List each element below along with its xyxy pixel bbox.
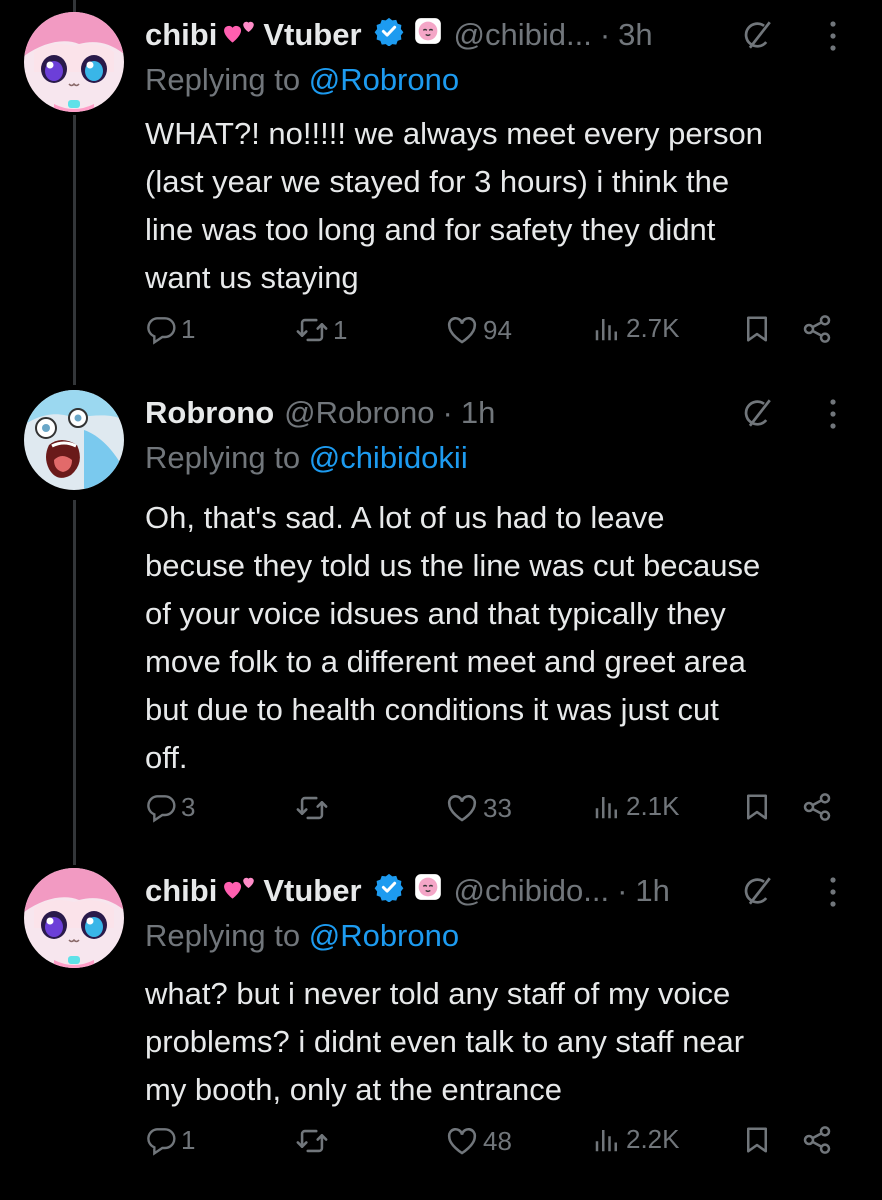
- pink-heart-emoji: [223, 17, 257, 53]
- reply-icon: [145, 791, 177, 823]
- replying-mention[interactable]: @Robrono: [309, 62, 459, 97]
- repost-button[interactable]: [295, 1124, 333, 1158]
- timestamp[interactable]: 1h: [461, 395, 495, 431]
- tweet-header: Robrono @Robrono · 1h: [145, 390, 495, 436]
- bookmark-icon: [742, 791, 772, 823]
- like-button[interactable]: 94: [445, 313, 512, 347]
- bookmark-icon: [742, 313, 772, 345]
- replying-label: Replying to: [145, 62, 301, 97]
- tweet-header: chibi Vtuber @chibido... · 1h: [145, 868, 670, 914]
- like-icon: [445, 313, 479, 347]
- repost-icon: [295, 1124, 329, 1158]
- separator-dot: ·: [599, 17, 611, 52]
- reply-count: 1: [181, 313, 196, 344]
- share-icon: [801, 313, 833, 345]
- like-count: 33: [483, 792, 512, 823]
- replying-label: Replying to: [145, 918, 301, 953]
- more-icon[interactable]: [829, 20, 837, 57]
- replying-mention[interactable]: @Robrono: [309, 918, 459, 953]
- avatar-robrono[interactable]: [24, 390, 124, 490]
- share-button[interactable]: [801, 1124, 833, 1156]
- repost-count: 1: [333, 314, 348, 345]
- like-icon: [445, 1124, 479, 1158]
- reply-button[interactable]: 1: [145, 313, 195, 345]
- share-icon: [801, 1124, 833, 1156]
- views-button[interactable]: 2.7K: [592, 313, 680, 344]
- grok-icon[interactable]: [740, 874, 774, 913]
- avatar-chibi[interactable]: [24, 868, 124, 968]
- views-count: 2.1K: [626, 791, 680, 821]
- repost-button[interactable]: [295, 791, 333, 825]
- bookmark-icon: [742, 1124, 772, 1156]
- timestamp[interactable]: 1h: [635, 873, 669, 909]
- reply-button[interactable]: 1: [145, 1124, 195, 1156]
- views-icon: [592, 1125, 622, 1155]
- replying-mention[interactable]: @chibidokii: [309, 440, 468, 475]
- verified-icon: [374, 16, 404, 54]
- tweet-text: WHAT?! no!!!!! we always meet every pers…: [145, 116, 763, 295]
- replying-to: Replying to @Robrono: [145, 918, 459, 954]
- views-button[interactable]: 2.1K: [592, 791, 680, 822]
- timestamp[interactable]: 3h: [618, 17, 652, 53]
- more-icon[interactable]: [829, 876, 837, 913]
- display-name[interactable]: chibi: [145, 17, 217, 53]
- like-count: 48: [483, 1125, 512, 1156]
- grok-icon[interactable]: [740, 396, 774, 435]
- grok-icon[interactable]: [740, 18, 774, 57]
- reply-count: 1: [181, 1124, 196, 1155]
- reply-button[interactable]: 3: [145, 791, 195, 823]
- share-button[interactable]: [801, 791, 833, 823]
- tweet-header: chibi Vtuber @chibid... · 3h: [145, 12, 653, 58]
- views-count: 2.2K: [626, 1124, 680, 1154]
- bookmark-button[interactable]: [742, 313, 772, 345]
- thread-line: [73, 0, 76, 12]
- user-handle[interactable]: @Robrono: [284, 395, 434, 431]
- tweet-2[interactable]: Robrono @Robrono · 1h Replying to @chibi…: [0, 390, 882, 860]
- tweet-text: what? but i never told any staff of my v…: [145, 976, 745, 1107]
- views-icon: [592, 792, 622, 822]
- bookmark-button[interactable]: [742, 1124, 772, 1156]
- verified-icon: [374, 872, 404, 910]
- views-icon: [592, 314, 622, 344]
- views-count: 2.7K: [626, 313, 680, 343]
- display-name-suffix[interactable]: Vtuber: [263, 17, 361, 53]
- views-button[interactable]: 2.2K: [592, 1124, 680, 1155]
- action-bar: 3 33 2.1K: [145, 791, 845, 831]
- separator-dot: ·: [617, 873, 628, 908]
- repost-icon: [295, 313, 329, 347]
- display-name[interactable]: chibi: [145, 873, 217, 909]
- repost-button[interactable]: 1: [295, 313, 347, 347]
- replying-to: Replying to @chibidokii: [145, 440, 468, 476]
- like-button[interactable]: 33: [445, 791, 512, 825]
- tweet-1[interactable]: chibi Vtuber @chibid... · 3h Replying to…: [0, 12, 882, 392]
- action-bar: 1 1 94 2.7K: [145, 313, 845, 353]
- more-icon[interactable]: [829, 398, 837, 435]
- reply-icon: [145, 313, 177, 345]
- user-handle[interactable]: @chibid...: [454, 17, 592, 53]
- share-button[interactable]: [801, 313, 833, 345]
- display-name-suffix[interactable]: Vtuber: [263, 873, 361, 909]
- user-handle[interactable]: @chibido...: [454, 873, 610, 909]
- reply-count: 3: [181, 791, 196, 822]
- like-icon: [445, 791, 479, 825]
- replying-to: Replying to @Robrono: [145, 62, 459, 98]
- affiliate-badge-icon[interactable]: [414, 17, 442, 53]
- action-bar: 1 48 2.2K: [145, 1124, 845, 1164]
- bookmark-button[interactable]: [742, 791, 772, 823]
- like-button[interactable]: 48: [445, 1124, 512, 1158]
- avatar-chibi[interactable]: [24, 12, 124, 112]
- share-icon: [801, 791, 833, 823]
- tweet-3[interactable]: chibi Vtuber @chibido... · 1h Replying t…: [0, 868, 882, 1200]
- repost-icon: [295, 791, 329, 825]
- separator-dot: ·: [442, 395, 453, 430]
- pink-heart-emoji: [223, 873, 257, 909]
- replying-label: Replying to: [145, 440, 301, 475]
- reply-icon: [145, 1124, 177, 1156]
- display-name[interactable]: Robrono: [145, 395, 274, 431]
- like-count: 94: [483, 314, 512, 345]
- affiliate-badge-icon[interactable]: [414, 873, 442, 909]
- tweet-text: Oh, that's sad. A lot of us had to leave…: [145, 500, 761, 775]
